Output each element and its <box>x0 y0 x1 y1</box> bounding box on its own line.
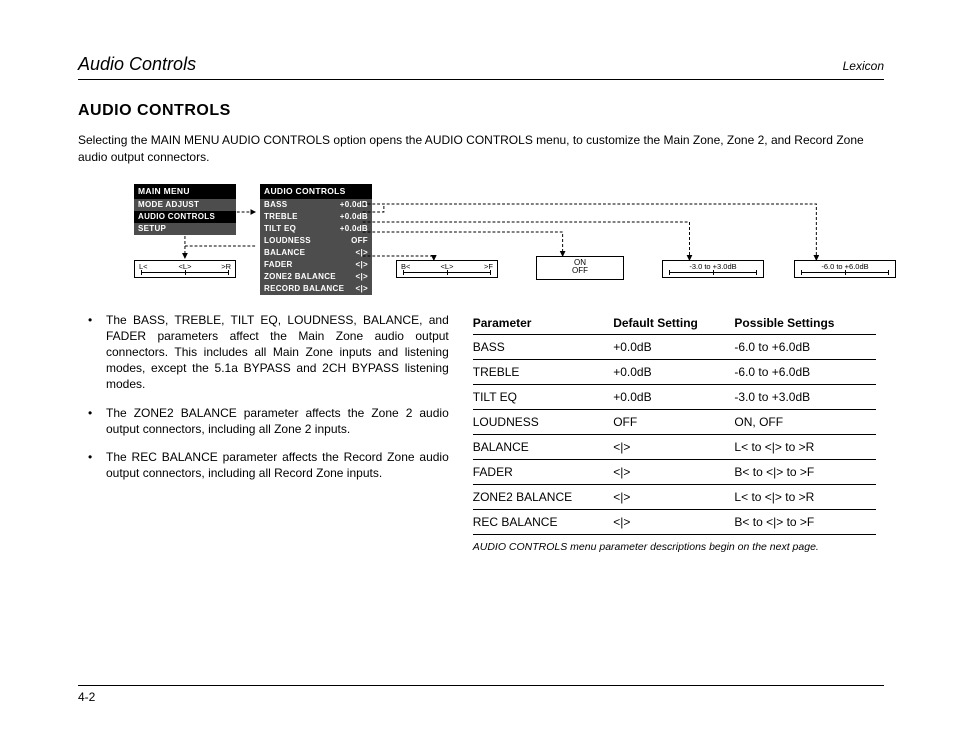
table-row: REC BALANCE<|>B< to <|> to >F <box>473 509 876 534</box>
slider-label-right: >F <box>484 262 493 271</box>
range-box-2: -6.0 to +6.0dB <box>794 260 896 278</box>
page-footer: 4-2 <box>78 685 884 704</box>
body-columns: The BASS, TREBLE, TILT EQ, LOUDNESS, BAL… <box>78 312 884 553</box>
bullet-item: The BASS, TREBLE, TILT EQ, LOUDNESS, BAL… <box>78 312 449 393</box>
table-row: BALANCE<|>L< to <|> to >R <box>473 434 876 459</box>
audio-menu-item: TILT EQ+0.0dB <box>260 223 372 235</box>
range-box-1: -3.0 to +3.0dB <box>662 260 764 278</box>
table-cell: <|> <box>613 434 734 459</box>
bullet-item: The ZONE2 BALANCE parameter affects the … <box>78 405 449 437</box>
on-off-box: ON OFF <box>536 256 624 280</box>
table-header-default: Default Setting <box>613 312 734 335</box>
table-cell: ON, OFF <box>734 409 875 434</box>
running-header-left: Audio Controls <box>78 54 196 75</box>
audio-menu-item: RECORD BALANCE<|> <box>260 283 372 295</box>
running-header: Audio Controls Lexicon <box>78 54 884 80</box>
balance-slider: L< <L> >R <box>134 260 236 278</box>
table-cell: -6.0 to +6.0dB <box>734 334 875 359</box>
table-cell: OFF <box>613 409 734 434</box>
main-menu-item: AUDIO CONTROLS <box>134 211 236 223</box>
table-row: TILT EQ+0.0dB-3.0 to +3.0dB <box>473 384 876 409</box>
audio-menu-item: LOUDNESSOFF <box>260 235 372 247</box>
main-menu-item: SETUP <box>134 223 236 235</box>
bullet-item: The REC BALANCE parameter affects the Re… <box>78 449 449 481</box>
main-menu-box: MAIN MENU MODE ADJUSTAUDIO CONTROLSSETUP <box>134 184 236 235</box>
table-cell: +0.0dB <box>613 359 734 384</box>
bullet-list: The BASS, TREBLE, TILT EQ, LOUDNESS, BAL… <box>78 312 449 482</box>
table-row: BASS+0.0dB-6.0 to +6.0dB <box>473 334 876 359</box>
table-cell: <|> <box>613 509 734 534</box>
table-header-parameter: Parameter <box>473 312 613 335</box>
table-cell: <|> <box>613 484 734 509</box>
table-cell: L< to <|> to >R <box>734 484 875 509</box>
table-cell: +0.0dB <box>613 384 734 409</box>
table-footnote: AUDIO CONTROLS menu parameter descriptio… <box>473 541 876 553</box>
table-row: FADER<|>B< to <|> to >F <box>473 459 876 484</box>
table-cell: BALANCE <box>473 434 613 459</box>
audio-menu-item: TREBLE+0.0dB <box>260 211 372 223</box>
audio-menu-item: ZONE2 BALANCE<|> <box>260 271 372 283</box>
table-row: ZONE2 BALANCE<|>L< to <|> to >R <box>473 484 876 509</box>
audio-menu-item: BASS+0.0dB <box>260 199 372 211</box>
audio-menu-item: FADER<|> <box>260 259 372 271</box>
audio-controls-menu-title: AUDIO CONTROLS <box>260 184 372 199</box>
table-cell: <|> <box>613 459 734 484</box>
off-label: OFF <box>537 267 623 276</box>
table-cell: ZONE2 BALANCE <box>473 484 613 509</box>
running-header-right: Lexicon <box>843 59 884 73</box>
table-cell: +0.0dB <box>613 334 734 359</box>
page-title: AUDIO CONTROLS <box>78 102 884 120</box>
table-cell: BASS <box>473 334 613 359</box>
main-menu-item: MODE ADJUST <box>134 199 236 211</box>
main-menu-title: MAIN MENU <box>134 184 236 199</box>
table-cell: B< to <|> to >F <box>734 459 875 484</box>
menu-diagram: MAIN MENU MODE ADJUSTAUDIO CONTROLSSETUP… <box>134 184 874 294</box>
slider-label-right: >R <box>221 262 231 271</box>
table-row: TREBLE+0.0dB-6.0 to +6.0dB <box>473 359 876 384</box>
table-cell: -6.0 to +6.0dB <box>734 359 875 384</box>
table-cell: FADER <box>473 459 613 484</box>
parameter-table: Parameter Default Setting Possible Setti… <box>473 312 876 535</box>
table-cell: -3.0 to +3.0dB <box>734 384 875 409</box>
audio-menu-item: BALANCE<|> <box>260 247 372 259</box>
table-cell: B< to <|> to >F <box>734 509 875 534</box>
intro-paragraph: Selecting the MAIN MENU AUDIO CONTROLS o… <box>78 132 884 166</box>
page-number: 4-2 <box>78 690 95 704</box>
fader-slider: B< <L> >F <box>396 260 498 278</box>
table-cell: REC BALANCE <box>473 509 613 534</box>
table-row: LOUDNESSOFFON, OFF <box>473 409 876 434</box>
table-header-possible: Possible Settings <box>734 312 875 335</box>
audio-controls-menu-box: AUDIO CONTROLS BASS+0.0dBTREBLE+0.0dBTIL… <box>260 184 372 295</box>
table-cell: TREBLE <box>473 359 613 384</box>
table-cell: LOUDNESS <box>473 409 613 434</box>
table-cell: TILT EQ <box>473 384 613 409</box>
table-cell: L< to <|> to >R <box>734 434 875 459</box>
